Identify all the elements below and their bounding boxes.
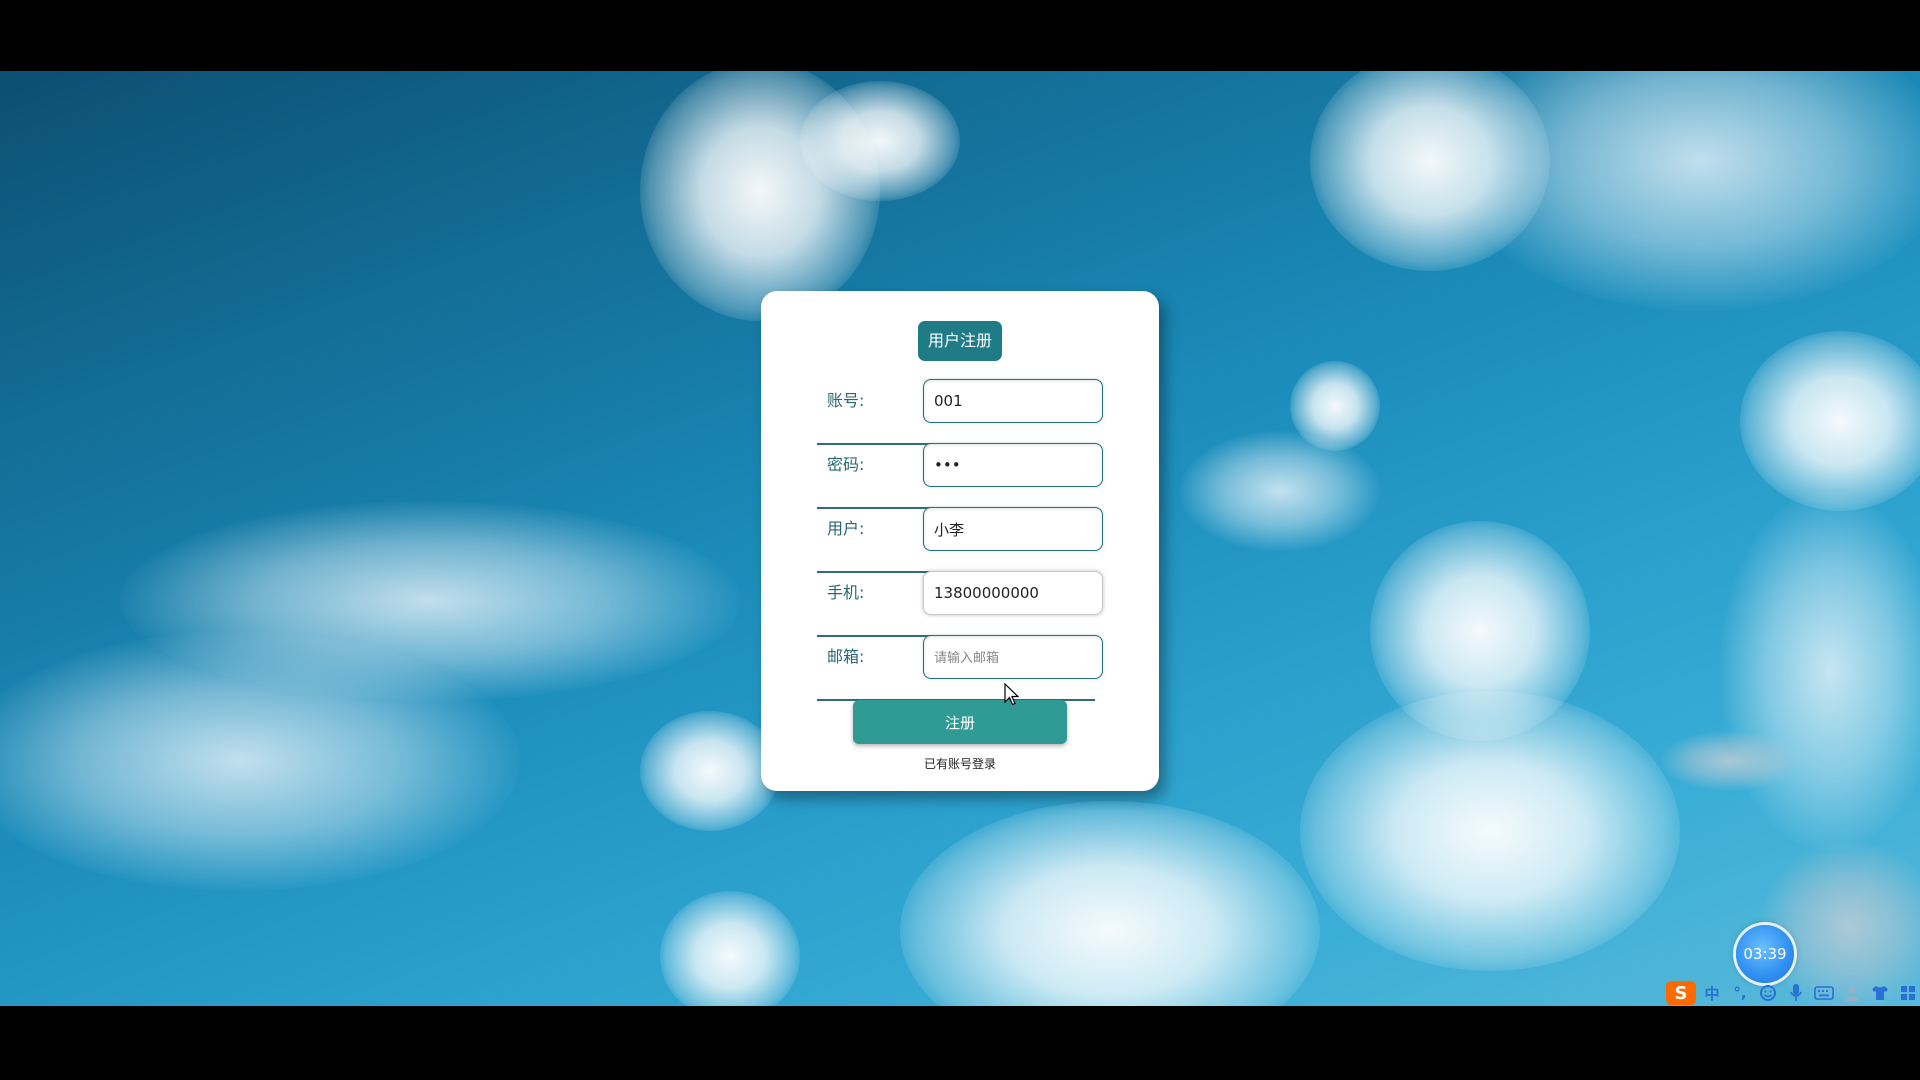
form-title: 用户注册 [918, 321, 1002, 361]
phone-label: 手机: [827, 583, 865, 602]
ime-punctuation-toggle[interactable]: °, [1728, 981, 1752, 1005]
sogou-logo-icon[interactable]: S [1666, 981, 1696, 1005]
email-label: 邮箱: [827, 647, 865, 666]
form-row-password: 密码: [817, 443, 1103, 509]
form-row-account: 账号: [817, 379, 1103, 445]
username-label: 用户: [827, 519, 865, 538]
username-input[interactable] [923, 507, 1103, 551]
mouse-cursor-icon [1004, 683, 1020, 706]
microphone-icon[interactable] [1784, 981, 1808, 1005]
emoji-icon[interactable] [1756, 981, 1780, 1005]
ime-toolbar: S 中 °, [1664, 980, 1920, 1006]
ime-mode-toggle[interactable]: 中 [1700, 981, 1724, 1005]
skin-icon[interactable] [1868, 981, 1892, 1005]
letterbox-bottom [0, 1006, 1920, 1080]
password-input[interactable] [923, 443, 1103, 487]
password-label: 密码: [827, 455, 865, 474]
register-button[interactable]: 注册 [853, 700, 1067, 744]
toolbox-icon[interactable] [1896, 981, 1920, 1005]
user-icon[interactable] [1840, 981, 1864, 1005]
letterbox-top [0, 0, 1920, 71]
phone-input[interactable] [923, 571, 1103, 615]
account-input[interactable] [923, 379, 1103, 423]
clock-widget[interactable]: 03:39 [1736, 925, 1794, 983]
login-link[interactable]: 已有账号登录 [761, 755, 1159, 772]
email-input[interactable] [923, 635, 1103, 679]
form-row-username: 用户: [817, 507, 1103, 573]
register-card: 用户注册 账号: 密码: 用户: 手机: 邮箱: 注册 已有账号登录 [761, 291, 1159, 791]
form-row-email: 邮箱: [817, 635, 1103, 701]
account-label: 账号: [827, 391, 865, 410]
keyboard-icon[interactable] [1812, 981, 1836, 1005]
form-row-phone: 手机: [817, 571, 1103, 637]
